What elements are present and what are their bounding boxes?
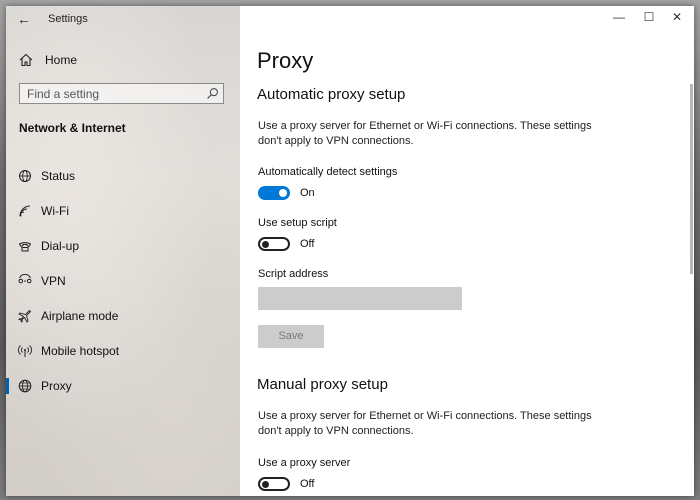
hotspot-icon bbox=[18, 345, 32, 357]
auto-detect-state: On bbox=[300, 187, 315, 199]
search-icon[interactable] bbox=[206, 87, 219, 100]
search-box[interactable] bbox=[19, 83, 224, 104]
automatic-proxy-heading: Automatic proxy setup bbox=[257, 86, 406, 103]
script-address-input[interactable] bbox=[258, 287, 462, 310]
setup-script-label: Use setup script bbox=[258, 217, 337, 229]
script-address-label: Script address bbox=[258, 268, 329, 280]
toggle-knob bbox=[262, 240, 269, 248]
save-button[interactable]: Save bbox=[258, 325, 324, 348]
title-bar: ← Settings bbox=[6, 6, 240, 32]
settings-window: ← Settings Home Network & Internet bbox=[6, 6, 694, 496]
maximize-button[interactable]: ☐ bbox=[634, 6, 664, 30]
sidebar-item-status[interactable]: Status bbox=[6, 158, 240, 193]
setup-script-state: Off bbox=[300, 238, 315, 250]
sidebar-item-label: VPN bbox=[41, 274, 66, 288]
sidebar-item-dialup[interactable]: Dial-up bbox=[6, 228, 240, 263]
globe-icon bbox=[18, 379, 32, 393]
use-proxy-toggle[interactable] bbox=[258, 477, 290, 491]
setup-script-toggle[interactable] bbox=[258, 237, 290, 251]
back-arrow-icon[interactable]: ← bbox=[14, 9, 34, 29]
sidebar-item-mobile-hotspot[interactable]: Mobile hotspot bbox=[6, 333, 240, 368]
home-icon bbox=[19, 53, 33, 67]
use-proxy-state: Off bbox=[300, 478, 315, 490]
sidebar-item-label: Status bbox=[41, 169, 76, 183]
auto-detect-toggle[interactable] bbox=[258, 186, 290, 200]
app-title: Settings bbox=[48, 13, 88, 25]
home-label: Home bbox=[45, 53, 78, 67]
sidebar-item-airplane[interactable]: Airplane mode bbox=[6, 298, 240, 333]
auto-detect-label: Automatically detect settings bbox=[258, 166, 398, 178]
sidebar-item-label: Mobile hotspot bbox=[41, 344, 120, 358]
main-content: — ☐ ✕ Proxy Automatic proxy setup Use a … bbox=[240, 6, 694, 496]
sidebar-item-vpn[interactable]: VPN bbox=[6, 263, 240, 298]
sidebar-nav: Status Wi-Fi Dial-up VPN Airplane mode M… bbox=[6, 158, 240, 403]
toggle-knob bbox=[262, 480, 269, 488]
automatic-proxy-description: Use a proxy server for Ethernet or Wi-Fi… bbox=[258, 120, 592, 147]
sidebar-item-label: Proxy bbox=[41, 379, 72, 393]
close-button[interactable]: ✕ bbox=[662, 6, 692, 30]
status-globe-icon bbox=[19, 170, 31, 182]
section-title: Network & Internet bbox=[19, 121, 126, 135]
minimize-button[interactable]: — bbox=[604, 6, 634, 30]
page-title: Proxy bbox=[257, 48, 314, 73]
home-link[interactable]: Home bbox=[18, 50, 77, 70]
sidebar-item-label: Airplane mode bbox=[41, 309, 119, 323]
use-proxy-label: Use a proxy server bbox=[258, 457, 351, 469]
dialup-icon bbox=[18, 242, 32, 252]
sidebar: ← Settings Home Network & Internet bbox=[6, 6, 240, 496]
airplane-icon bbox=[18, 309, 32, 323]
sidebar-item-wifi[interactable]: Wi-Fi bbox=[6, 193, 240, 228]
sidebar-item-label: Dial-up bbox=[41, 239, 80, 253]
scrollbar[interactable] bbox=[690, 84, 693, 274]
manual-proxy-description: Use a proxy server for Ethernet or Wi-Fi… bbox=[258, 410, 592, 437]
toggle-knob bbox=[279, 189, 287, 197]
sidebar-item-proxy[interactable]: Proxy bbox=[6, 368, 240, 403]
manual-proxy-heading: Manual proxy setup bbox=[257, 376, 388, 393]
vpn-icon bbox=[18, 274, 32, 284]
search-input[interactable] bbox=[20, 84, 200, 103]
sidebar-item-label: Wi-Fi bbox=[41, 204, 69, 218]
wifi-icon bbox=[19, 205, 31, 217]
